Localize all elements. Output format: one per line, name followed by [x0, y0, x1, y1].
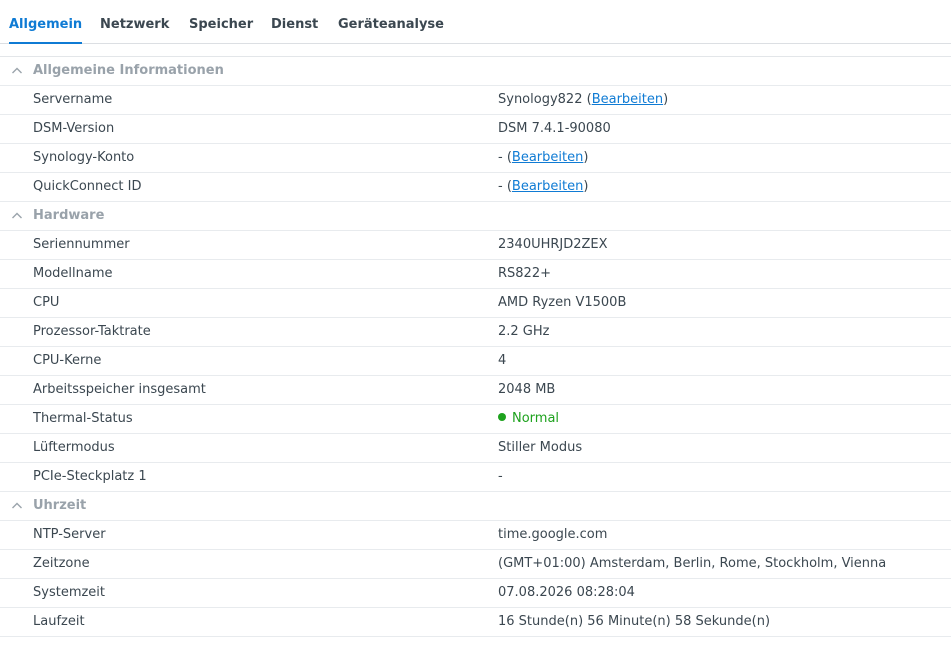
chevron-up-icon[interactable] [11, 500, 23, 512]
info-row-cpu: CPU AMD Ryzen V1500B [0, 289, 951, 318]
tab-speicher[interactable]: Speicher [189, 17, 253, 32]
row-value: RS822+ [498, 266, 551, 281]
edit-quickconnect-link[interactable]: Bearbeiten [512, 179, 583, 194]
info-row-cores: CPU-Kerne 4 [0, 347, 951, 376]
info-row-quickconnect: QuickConnect ID - (Bearbeiten) [0, 173, 951, 202]
info-row-systemtime: Systemzeit 07.08.2026 08:28:04 [0, 579, 951, 608]
tab-netzwerk[interactable]: Netzwerk [100, 17, 169, 32]
tab-geraeteanalyse[interactable]: Geräteanalyse [338, 17, 444, 32]
row-value: Synology822 (Bearbeiten) [498, 92, 669, 107]
row-label: Systemzeit [33, 585, 106, 600]
row-label: NTP-Server [33, 527, 106, 542]
row-value: 07.08.2026 08:28:04 [498, 585, 635, 600]
row-value: - (Bearbeiten) [498, 150, 589, 165]
edit-account-link[interactable]: Bearbeiten [512, 150, 583, 165]
row-label: Zeitzone [33, 556, 90, 571]
row-label: Arbeitsspeicher insgesamt [33, 382, 206, 397]
row-label: Prozessor-Taktrate [33, 324, 151, 339]
row-value: AMD Ryzen V1500B [498, 295, 627, 310]
row-label: Servername [33, 92, 113, 107]
edit-servername-link[interactable]: Bearbeiten [592, 92, 663, 107]
row-label: PCIe-Steckplatz 1 [33, 469, 147, 484]
status-dot-icon [498, 413, 506, 421]
section-title: Hardware [33, 208, 105, 223]
chevron-up-icon[interactable] [11, 210, 23, 222]
info-row-synology-account: Synology-Konto - (Bearbeiten) [0, 144, 951, 173]
row-value: Normal [498, 411, 559, 426]
info-row-thermal: Thermal-Status Normal [0, 405, 951, 434]
row-label: Synology-Konto [33, 150, 135, 165]
row-label: Modellname [33, 266, 113, 281]
row-value: 16 Stunde(n) 56 Minute(n) 58 Sekunde(n) [498, 614, 771, 629]
info-row-dsm-version: DSM-Version DSM 7.4.1-90080 [0, 115, 951, 144]
thermal-status: Normal [512, 411, 560, 426]
row-value: 2048 MB [498, 382, 556, 397]
row-label: Thermal-Status [33, 411, 133, 426]
row-value: 2.2 GHz [498, 324, 550, 339]
row-value: 4 [498, 353, 507, 368]
row-label: Laufzeit [33, 614, 85, 629]
info-row-fan: Lüftermodus Stiller Modus [0, 434, 951, 463]
info-panel: Allgemeine Informationen Servername Syno… [0, 57, 951, 637]
tab-dienst[interactable]: Dienst [271, 17, 318, 32]
row-label: DSM-Version [33, 121, 115, 136]
row-value: (GMT+01:00) Amsterdam, Berlin, Rome, Sto… [498, 556, 887, 571]
row-label: CPU-Kerne [33, 353, 102, 368]
section-title: Uhrzeit [33, 498, 87, 513]
section-title: Allgemeine Informationen [33, 63, 224, 78]
row-label: QuickConnect ID [33, 179, 142, 194]
info-row-memory: Arbeitsspeicher insgesamt 2048 MB [0, 376, 951, 405]
row-value: - (Bearbeiten) [498, 179, 589, 194]
row-label: Seriennummer [33, 237, 130, 252]
row-value: DSM 7.4.1-90080 [498, 121, 611, 136]
servername-value: Synology822 [498, 92, 583, 107]
info-row-ntp: NTP-Server time.google.com [0, 521, 951, 550]
chevron-up-icon[interactable] [11, 65, 23, 77]
tab-allgemein[interactable]: Allgemein [9, 17, 83, 44]
info-row-serial: Seriennummer 2340UHRJD2ZEX [0, 231, 951, 260]
account-value: - [498, 150, 503, 165]
info-row-model: Modellname RS822+ [0, 260, 951, 289]
info-row-pcie: PCIe-Steckplatz 1 - [0, 463, 951, 492]
row-value: time.google.com [498, 527, 608, 542]
info-row-uptime: Laufzeit 16 Stunde(n) 56 Minute(n) 58 Se… [0, 608, 951, 637]
section-header-time[interactable]: Uhrzeit [0, 492, 951, 521]
info-row-timezone: Zeitzone (GMT+01:00) Amsterdam, Berlin, … [0, 550, 951, 579]
quickconnect-value: - [498, 179, 503, 194]
section-header-general[interactable]: Allgemeine Informationen [0, 57, 951, 86]
tab-separator [0, 44, 951, 57]
row-label: CPU [33, 295, 60, 310]
row-label: Lüftermodus [33, 440, 115, 455]
info-row-servername: Servername Synology822 (Bearbeiten) [0, 86, 951, 115]
section-header-hardware[interactable]: Hardware [0, 202, 951, 231]
row-value: 2340UHRJD2ZEX [498, 237, 608, 252]
info-row-clock: Prozessor-Taktrate 2.2 GHz [0, 318, 951, 347]
row-value: - [498, 469, 503, 484]
tab-bar: Allgemein Netzwerk Speicher Dienst Gerät… [0, 0, 951, 44]
row-value: Stiller Modus [498, 440, 583, 455]
